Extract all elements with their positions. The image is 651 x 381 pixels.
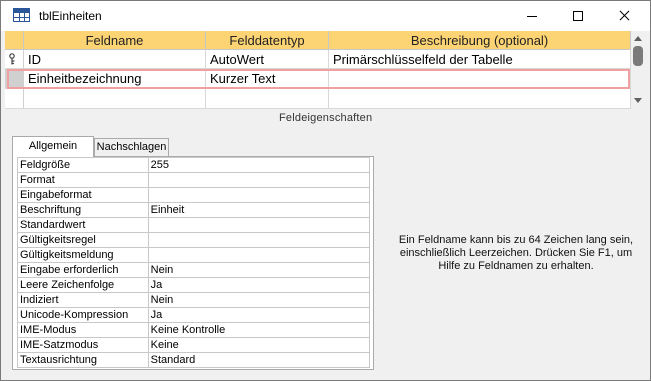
property-value[interactable]: Standard [147, 352, 371, 368]
property-row[interactable]: Format [17, 172, 371, 188]
field-properties-label: Feldeigenschaften [279, 112, 373, 124]
window-title: tblEinheiten [39, 9, 102, 23]
scroll-up-icon[interactable] [634, 36, 642, 41]
property-row[interactable]: Indiziert Nein [17, 292, 371, 308]
property-row[interactable]: Textausrichtung Standard [17, 352, 371, 368]
tab-general[interactable]: Allgemein [12, 136, 94, 157]
help-text: Ein Feldname kann bis zu 64 Zeichen lang… [398, 234, 634, 272]
property-value[interactable]: Einheit [147, 202, 371, 218]
description-cell[interactable] [329, 89, 631, 109]
close-button[interactable] [601, 1, 647, 31]
property-value[interactable] [147, 232, 371, 248]
property-value[interactable]: Keine [147, 337, 371, 353]
property-value[interactable] [147, 172, 371, 188]
property-row[interactable]: Gültigkeitsregel [17, 232, 371, 248]
property-name: Format [17, 172, 149, 188]
property-name: Gültigkeitsregel [17, 232, 149, 248]
data-type-cell[interactable]: AutoWert [206, 50, 329, 69]
field-properties-panel: Feldgröße 255 Format Eingabeformat Beschrift… [12, 156, 374, 370]
table-icon [13, 8, 30, 22]
maximize-button[interactable] [555, 1, 601, 31]
property-value[interactable] [147, 247, 371, 263]
property-name: Standardwert [17, 217, 149, 233]
property-value[interactable]: Nein [147, 262, 371, 278]
tab-lookup[interactable]: Nachschlagen [94, 138, 169, 156]
row-selector[interactable] [5, 89, 24, 109]
property-row[interactable]: Beschriftung Einheit [17, 202, 371, 218]
properties-grid: Feldgröße 255 Format Eingabeformat Beschrift… [17, 157, 371, 368]
property-name: Eingabe erforderlich [17, 262, 149, 278]
property-name: Indiziert [17, 292, 149, 308]
field-name-cell[interactable]: Einheitbezeichnung [24, 69, 206, 89]
column-header-field-name: Feldname [24, 31, 206, 50]
property-name: Leere Zeichenfolge [17, 277, 149, 293]
field-design-grid: Feldname Felddatentyp Beschreibung (opti… [5, 31, 631, 109]
property-row[interactable]: Leere Zeichenfolge Ja [17, 277, 371, 293]
property-value[interactable]: Ja [147, 277, 371, 293]
scroll-thumb[interactable] [633, 46, 643, 66]
row-selector[interactable] [5, 50, 24, 69]
property-name: Beschriftung [17, 202, 149, 218]
property-name: IME-Modus [17, 322, 149, 338]
property-value[interactable]: Ja [147, 307, 371, 323]
scroll-down-icon[interactable] [634, 98, 642, 103]
property-row[interactable]: Unicode-Kompression Ja [17, 307, 371, 323]
property-row[interactable]: Eingabe erforderlich Nein [17, 262, 371, 278]
property-value[interactable] [147, 217, 371, 233]
data-type-cell[interactable] [206, 89, 329, 109]
column-header-description: Beschreibung (optional) [329, 31, 631, 50]
property-name: Textausrichtung [17, 352, 149, 368]
data-type-cell[interactable]: Kurzer Text [206, 69, 329, 89]
property-value[interactable] [147, 187, 371, 203]
field-name-cell[interactable] [24, 89, 206, 109]
description-cell[interactable] [329, 69, 631, 89]
property-name: Unicode-Kompression [17, 307, 149, 323]
minimize-button[interactable] [509, 1, 555, 31]
table-design-window: tblEinheiten Feldname Felddatentyp Besch… [0, 0, 651, 381]
column-header-data-type: Felddatentyp [206, 31, 329, 50]
property-row[interactable]: IME-Satzmodus Keine [17, 337, 371, 353]
field-name-cell[interactable]: ID [24, 50, 206, 69]
grid-scrollbar[interactable] [631, 31, 646, 109]
row-selector-header [5, 31, 24, 50]
row-selector[interactable] [5, 69, 24, 89]
property-name: Gültigkeitsmeldung [17, 247, 149, 263]
property-row[interactable]: Eingabeformat [17, 187, 371, 203]
primary-key-icon [9, 53, 15, 65]
property-row[interactable]: Feldgröße 255 [17, 157, 371, 173]
property-name: IME-Satzmodus [17, 337, 149, 353]
property-row[interactable]: Standardwert [17, 217, 371, 233]
property-name: Eingabeformat [17, 187, 149, 203]
property-row[interactable]: Gültigkeitsmeldung [17, 247, 371, 263]
property-value[interactable]: 255 [147, 157, 371, 173]
property-name: Feldgröße [17, 157, 149, 173]
property-value[interactable]: Keine Kontrolle [147, 322, 371, 338]
description-cell[interactable]: Primärschlüsselfeld der Tabelle [329, 50, 631, 69]
title-bar[interactable]: tblEinheiten [1, 1, 650, 31]
property-value[interactable]: Nein [147, 292, 371, 308]
property-row[interactable]: IME-Modus Keine Kontrolle [17, 322, 371, 338]
